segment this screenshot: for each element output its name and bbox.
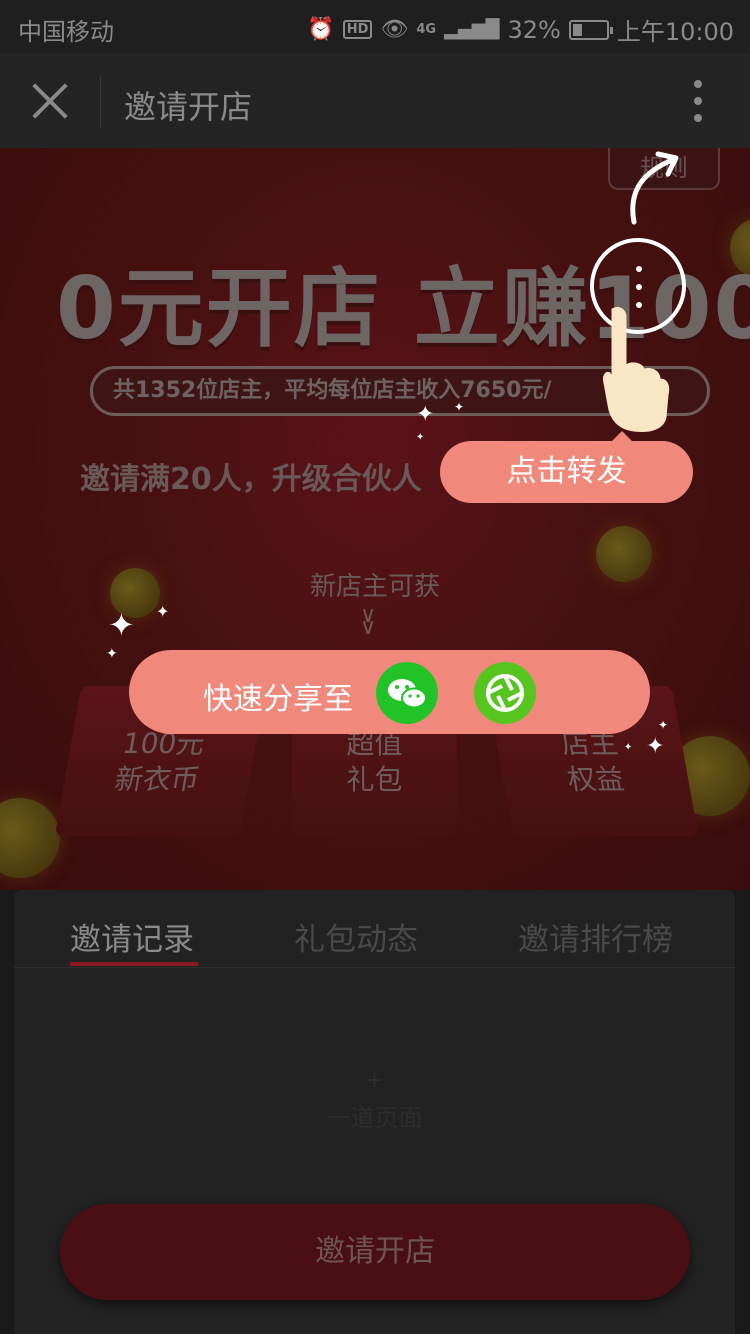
sparkle-icon: ✦ bbox=[646, 734, 665, 759]
status-icons: ⏰ HD 👁 4G ▂▄▆█ 32% 上午10:00 bbox=[307, 12, 734, 47]
sparkle-icon: ✦ bbox=[106, 646, 118, 662]
network-label: 4G bbox=[416, 22, 437, 37]
tab-invite-records[interactable]: 邀请记录 bbox=[70, 914, 194, 959]
coin-decoration bbox=[0, 798, 60, 878]
sparkle-icon: ✦ bbox=[416, 432, 425, 443]
pointing-hand-icon bbox=[603, 306, 670, 432]
chevron-down-icon: ∨ ∨ bbox=[360, 603, 377, 640]
page-title: 邀请开店 bbox=[124, 88, 253, 126]
benefit-card-line2: 礼包 bbox=[346, 763, 403, 796]
benefit-card-line2: 权益 bbox=[564, 763, 627, 796]
active-tab-indicator bbox=[70, 962, 198, 966]
battery-percent: 32% bbox=[507, 15, 561, 44]
hd-icon: HD bbox=[342, 20, 373, 39]
tap-hint-tooltip: 点击转发 bbox=[440, 431, 693, 503]
empty-state-text: 一道页面 bbox=[326, 1104, 423, 1132]
battery-icon bbox=[568, 19, 613, 40]
empty-state-plus: + bbox=[365, 1068, 384, 1093]
tab-bar: 邀请记录 礼包动态 邀请排行榜 bbox=[14, 890, 735, 968]
sparkle-icon: ✦ bbox=[454, 400, 465, 414]
wechat-icon[interactable] bbox=[376, 662, 438, 724]
tab-invite-ranking[interactable]: 邀请排行榜 bbox=[518, 914, 673, 959]
invite-open-shop-button[interactable]: 邀请开店 bbox=[60, 1204, 690, 1300]
navigation-bar: 邀请开店 bbox=[0, 54, 750, 148]
eye-icon: 👁 bbox=[380, 17, 409, 42]
alarm-icon: ⏰ bbox=[307, 17, 335, 42]
close-icon[interactable] bbox=[30, 80, 70, 120]
invite-goal-text: 邀请满20人，升级合伙人 bbox=[80, 462, 422, 497]
sparkle-icon: ✦ bbox=[156, 602, 170, 621]
benefit-card-line2: 新衣币 bbox=[112, 763, 203, 796]
clock: 上午10:00 bbox=[616, 18, 734, 46]
nav-divider bbox=[100, 76, 101, 128]
signal-icon: ▂▄▆█ bbox=[444, 19, 500, 40]
moments-icon[interactable] bbox=[474, 662, 536, 724]
share-label: 快速分享至 bbox=[203, 682, 353, 717]
status-bar: 中国移动 ⏰ HD 👁 4G ▂▄▆█ 32% 上午10:00 bbox=[0, 0, 750, 54]
new-owner-label: 新店主可获 bbox=[309, 572, 440, 602]
sparkle-icon: ✦ bbox=[658, 718, 669, 732]
sparkle-icon: ✦ bbox=[108, 606, 135, 644]
carrier-label: 中国移动 bbox=[18, 18, 114, 46]
records-panel: 邀请记录 礼包动态 邀请排行榜 + 一道页面 邀请开店 bbox=[14, 890, 735, 1334]
sparkle-icon: ✦ bbox=[416, 402, 435, 427]
more-menu-icon[interactable] bbox=[692, 80, 704, 126]
curved-arrow-icon bbox=[630, 151, 679, 225]
tab-gift-activity[interactable]: 礼包动态 bbox=[294, 914, 418, 959]
sparkle-icon: ✦ bbox=[624, 742, 633, 753]
share-guide-bar: 快速分享至 bbox=[129, 650, 650, 734]
